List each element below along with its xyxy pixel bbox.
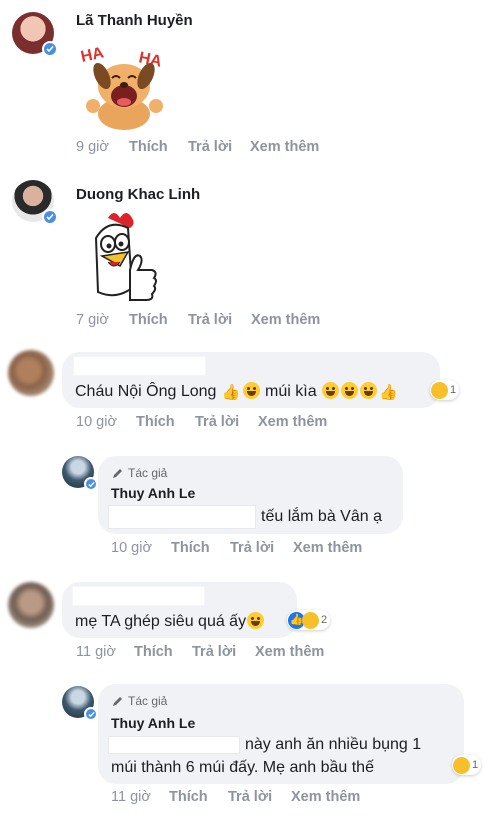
pencil-icon xyxy=(113,696,122,706)
timestamp: 9 giờ xyxy=(76,139,109,155)
comment-actions: 7 giờ Thích Trả lời Xem thêm xyxy=(76,312,320,328)
comment-text: mẹ TA ghép siêu quá ấy xyxy=(75,612,265,631)
see-more-link[interactable]: Xem thêm xyxy=(291,789,360,805)
reply-bubble: Tác giả Thuy Anh Le tếu lắm bà Vân ạ xyxy=(98,456,403,534)
author-tag: Tác giả xyxy=(111,694,167,708)
reply-link[interactable]: Trả lời xyxy=(228,789,291,805)
verified-badge-icon xyxy=(42,209,58,225)
reaction-summary[interactable]: 1 xyxy=(430,380,460,400)
timestamp: 11 giờ xyxy=(76,644,116,660)
author-tag: Tác giả xyxy=(111,466,167,480)
timestamp: 10 giờ xyxy=(76,414,117,430)
see-more-link[interactable]: Xem thêm xyxy=(250,139,319,155)
reply-link[interactable]: Trả lời xyxy=(195,414,258,430)
reply-bubble: Tác giả Thuy Anh Le này anh ăn nhiều bụn… xyxy=(98,684,464,784)
comment-actions: 10 giờ Thích Trả lời Xem thêm xyxy=(76,414,327,430)
avatar[interactable] xyxy=(12,12,58,57)
see-more-link[interactable]: Xem thêm xyxy=(251,312,320,328)
redacted-name xyxy=(108,736,240,754)
thumbs-up-emoji-icon: 👍 xyxy=(379,384,398,401)
like-link[interactable]: Thích xyxy=(171,540,230,556)
avatar[interactable] xyxy=(8,350,54,396)
svg-text:HA: HA xyxy=(79,44,106,66)
reply-link[interactable]: Trả lời xyxy=(188,312,251,328)
like-link[interactable]: Thích xyxy=(169,789,228,805)
avatar[interactable] xyxy=(8,582,54,628)
haha-reaction-icon xyxy=(302,611,319,629)
verified-badge-icon xyxy=(42,41,58,57)
reaction-count: 1 xyxy=(472,759,479,771)
redacted-name xyxy=(73,356,206,376)
rooster-thumbs-up-sticker xyxy=(78,208,160,308)
haha-reaction-icon xyxy=(453,756,470,774)
reply-link[interactable]: Trả lời xyxy=(230,540,293,556)
see-more-link[interactable]: Xem thêm xyxy=(293,540,362,556)
commenter-name[interactable]: Thuy Anh Le xyxy=(111,715,195,731)
comment-actions: 9 giờ Thích Trả lời Xem thêm xyxy=(76,139,319,155)
comment-bubble: Cháu Nội Ông Long 👍 múi kìa 👍 xyxy=(62,352,440,408)
see-more-link[interactable]: Xem thêm xyxy=(258,414,327,430)
avatar[interactable] xyxy=(62,456,98,491)
like-link[interactable]: Thích xyxy=(129,139,188,155)
thumbs-up-emoji-icon: 👍 xyxy=(221,384,241,401)
redacted-name xyxy=(108,505,256,529)
like-link[interactable]: Thích xyxy=(134,644,192,660)
avatar[interactable] xyxy=(62,686,98,721)
reaction-summary[interactable]: 1 xyxy=(452,755,482,775)
pencil-icon xyxy=(113,468,122,478)
grin-emoji-icon xyxy=(360,382,378,399)
timestamp: 7 giờ xyxy=(76,312,109,328)
comment-text-line: múi thành 6 múi đấy. Mẹ anh bầu thế xyxy=(111,759,374,776)
reaction-count: 1 xyxy=(450,384,457,396)
comment-actions: 10 giờ Thích Trả lời Xem thêm xyxy=(111,540,362,556)
timestamp: 11 giờ xyxy=(111,789,151,805)
comment-actions: 11 giờ Thích Trả lời Xem thêm xyxy=(111,789,360,805)
reply-link[interactable]: Trả lời xyxy=(188,139,250,155)
haha-dog-sticker: HA HA xyxy=(76,40,171,132)
grin-emoji-icon xyxy=(247,612,265,629)
grin-emoji-icon xyxy=(322,382,340,399)
like-link[interactable]: Thích xyxy=(129,312,188,328)
comment-text: Cháu Nội Ông Long 👍 múi kìa 👍 xyxy=(75,382,398,401)
like-link[interactable]: Thích xyxy=(136,414,195,430)
comment-actions: 11 giờ Thích Trả lời Xem thêm xyxy=(76,644,324,660)
comment-text-line: này anh ăn nhiều bụng 1 xyxy=(245,736,422,753)
commenter-name[interactable]: Duong Khac Linh xyxy=(76,186,200,203)
comment-text: tếu lắm bà Vân ạ xyxy=(261,508,382,525)
reaction-count: 2 xyxy=(321,614,328,626)
haha-reaction-icon xyxy=(431,381,448,399)
commenter-name[interactable]: Thuy Anh Le xyxy=(111,485,195,501)
commenter-name[interactable]: Lã Thanh Huyền xyxy=(76,12,193,29)
see-more-link[interactable]: Xem thêm xyxy=(255,644,324,660)
reaction-summary[interactable]: 👍 2 xyxy=(287,610,331,630)
reply-link[interactable]: Trả lời xyxy=(192,644,255,660)
redacted-name xyxy=(72,586,205,606)
verified-badge-icon xyxy=(84,707,98,721)
grin-emoji-icon xyxy=(242,382,260,399)
comment-bubble: mẹ TA ghép siêu quá ấy xyxy=(62,582,297,638)
verified-badge-icon xyxy=(84,477,98,491)
timestamp: 10 giờ xyxy=(111,540,152,556)
avatar[interactable] xyxy=(12,180,58,225)
grin-emoji-icon xyxy=(341,382,359,399)
